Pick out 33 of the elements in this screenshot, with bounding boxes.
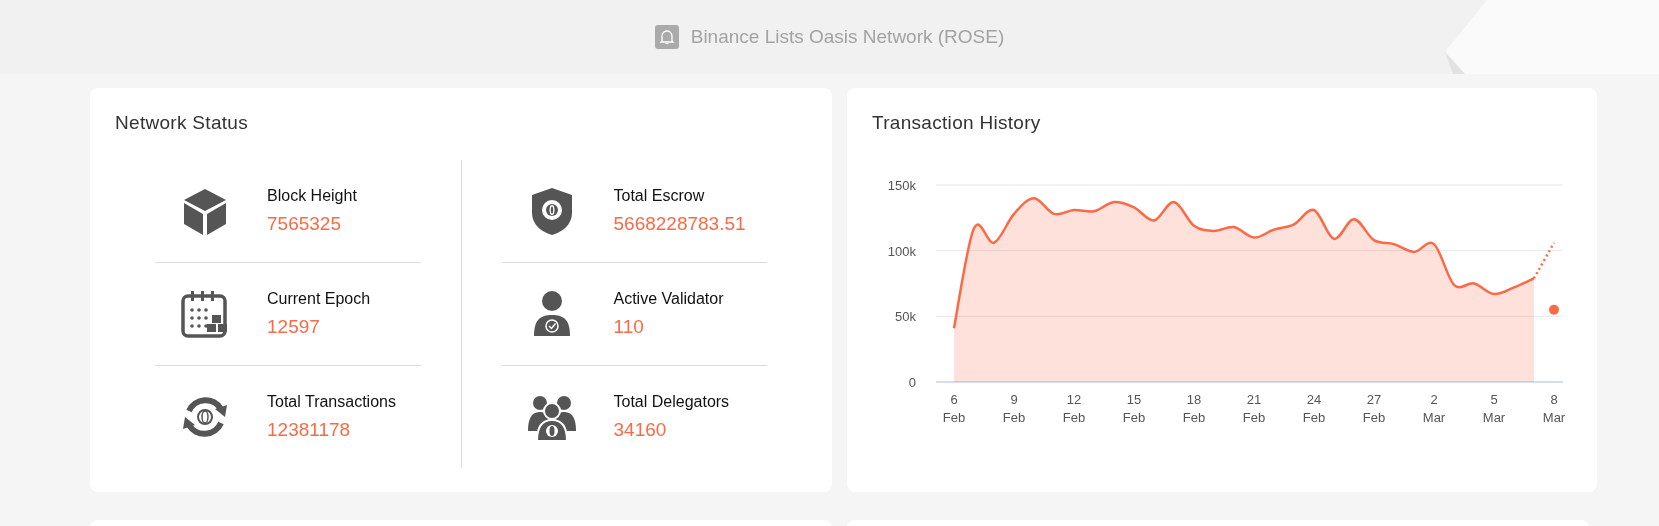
- y-axis-label: 50k: [895, 309, 916, 325]
- x-axis-label: 8 Mar: [1542, 392, 1566, 425]
- x-axis-label: 24 Feb: [1302, 392, 1326, 425]
- announcement-text[interactable]: Binance Lists Oasis Network (ROSE): [690, 26, 1005, 48]
- stat-value: 7565325: [267, 213, 342, 235]
- x-axis-label: 2 Mar: [1422, 392, 1446, 425]
- card-title: Transaction History: [872, 112, 1042, 134]
- y-axis-label: 150k: [887, 178, 916, 193]
- x-axis-label: 15 Feb: [1122, 392, 1146, 425]
- stat-label: Total Delegators: [613, 393, 730, 411]
- card-title: Network Status: [115, 112, 250, 134]
- stat-value: 110: [613, 316, 645, 338]
- x-axis-label: 5 Mar: [1482, 392, 1506, 425]
- y-axis-label: 0: [908, 375, 916, 390]
- x-axis-label: 6 Feb: [942, 392, 966, 425]
- projection-line: [1532, 242, 1556, 279]
- x-axis-label: 12 Feb: [1062, 392, 1086, 425]
- x-axis-label: 9 Feb: [1002, 392, 1026, 425]
- stat-label: Total Escrow: [613, 187, 706, 205]
- x-axis-label: 18 Feb: [1182, 392, 1206, 425]
- x-axis-label: 27 Feb: [1362, 392, 1386, 425]
- bell-icon: [654, 25, 679, 49]
- stat-label: Current Epoch: [267, 290, 371, 308]
- stat-value: 34160: [613, 419, 668, 441]
- stat-value: 12381178: [267, 419, 352, 441]
- stat-value: 5668228783.51: [613, 213, 746, 235]
- stat-value: 12597: [267, 316, 321, 338]
- stat-label: Block Height: [267, 187, 357, 205]
- y-axis-label: 100k: [887, 243, 916, 259]
- data-point: [1549, 304, 1559, 315]
- x-axis-label: 21 Feb: [1242, 392, 1266, 425]
- stat-label: Active Validator: [613, 290, 724, 308]
- stat-label: Total Transactions: [267, 393, 396, 411]
